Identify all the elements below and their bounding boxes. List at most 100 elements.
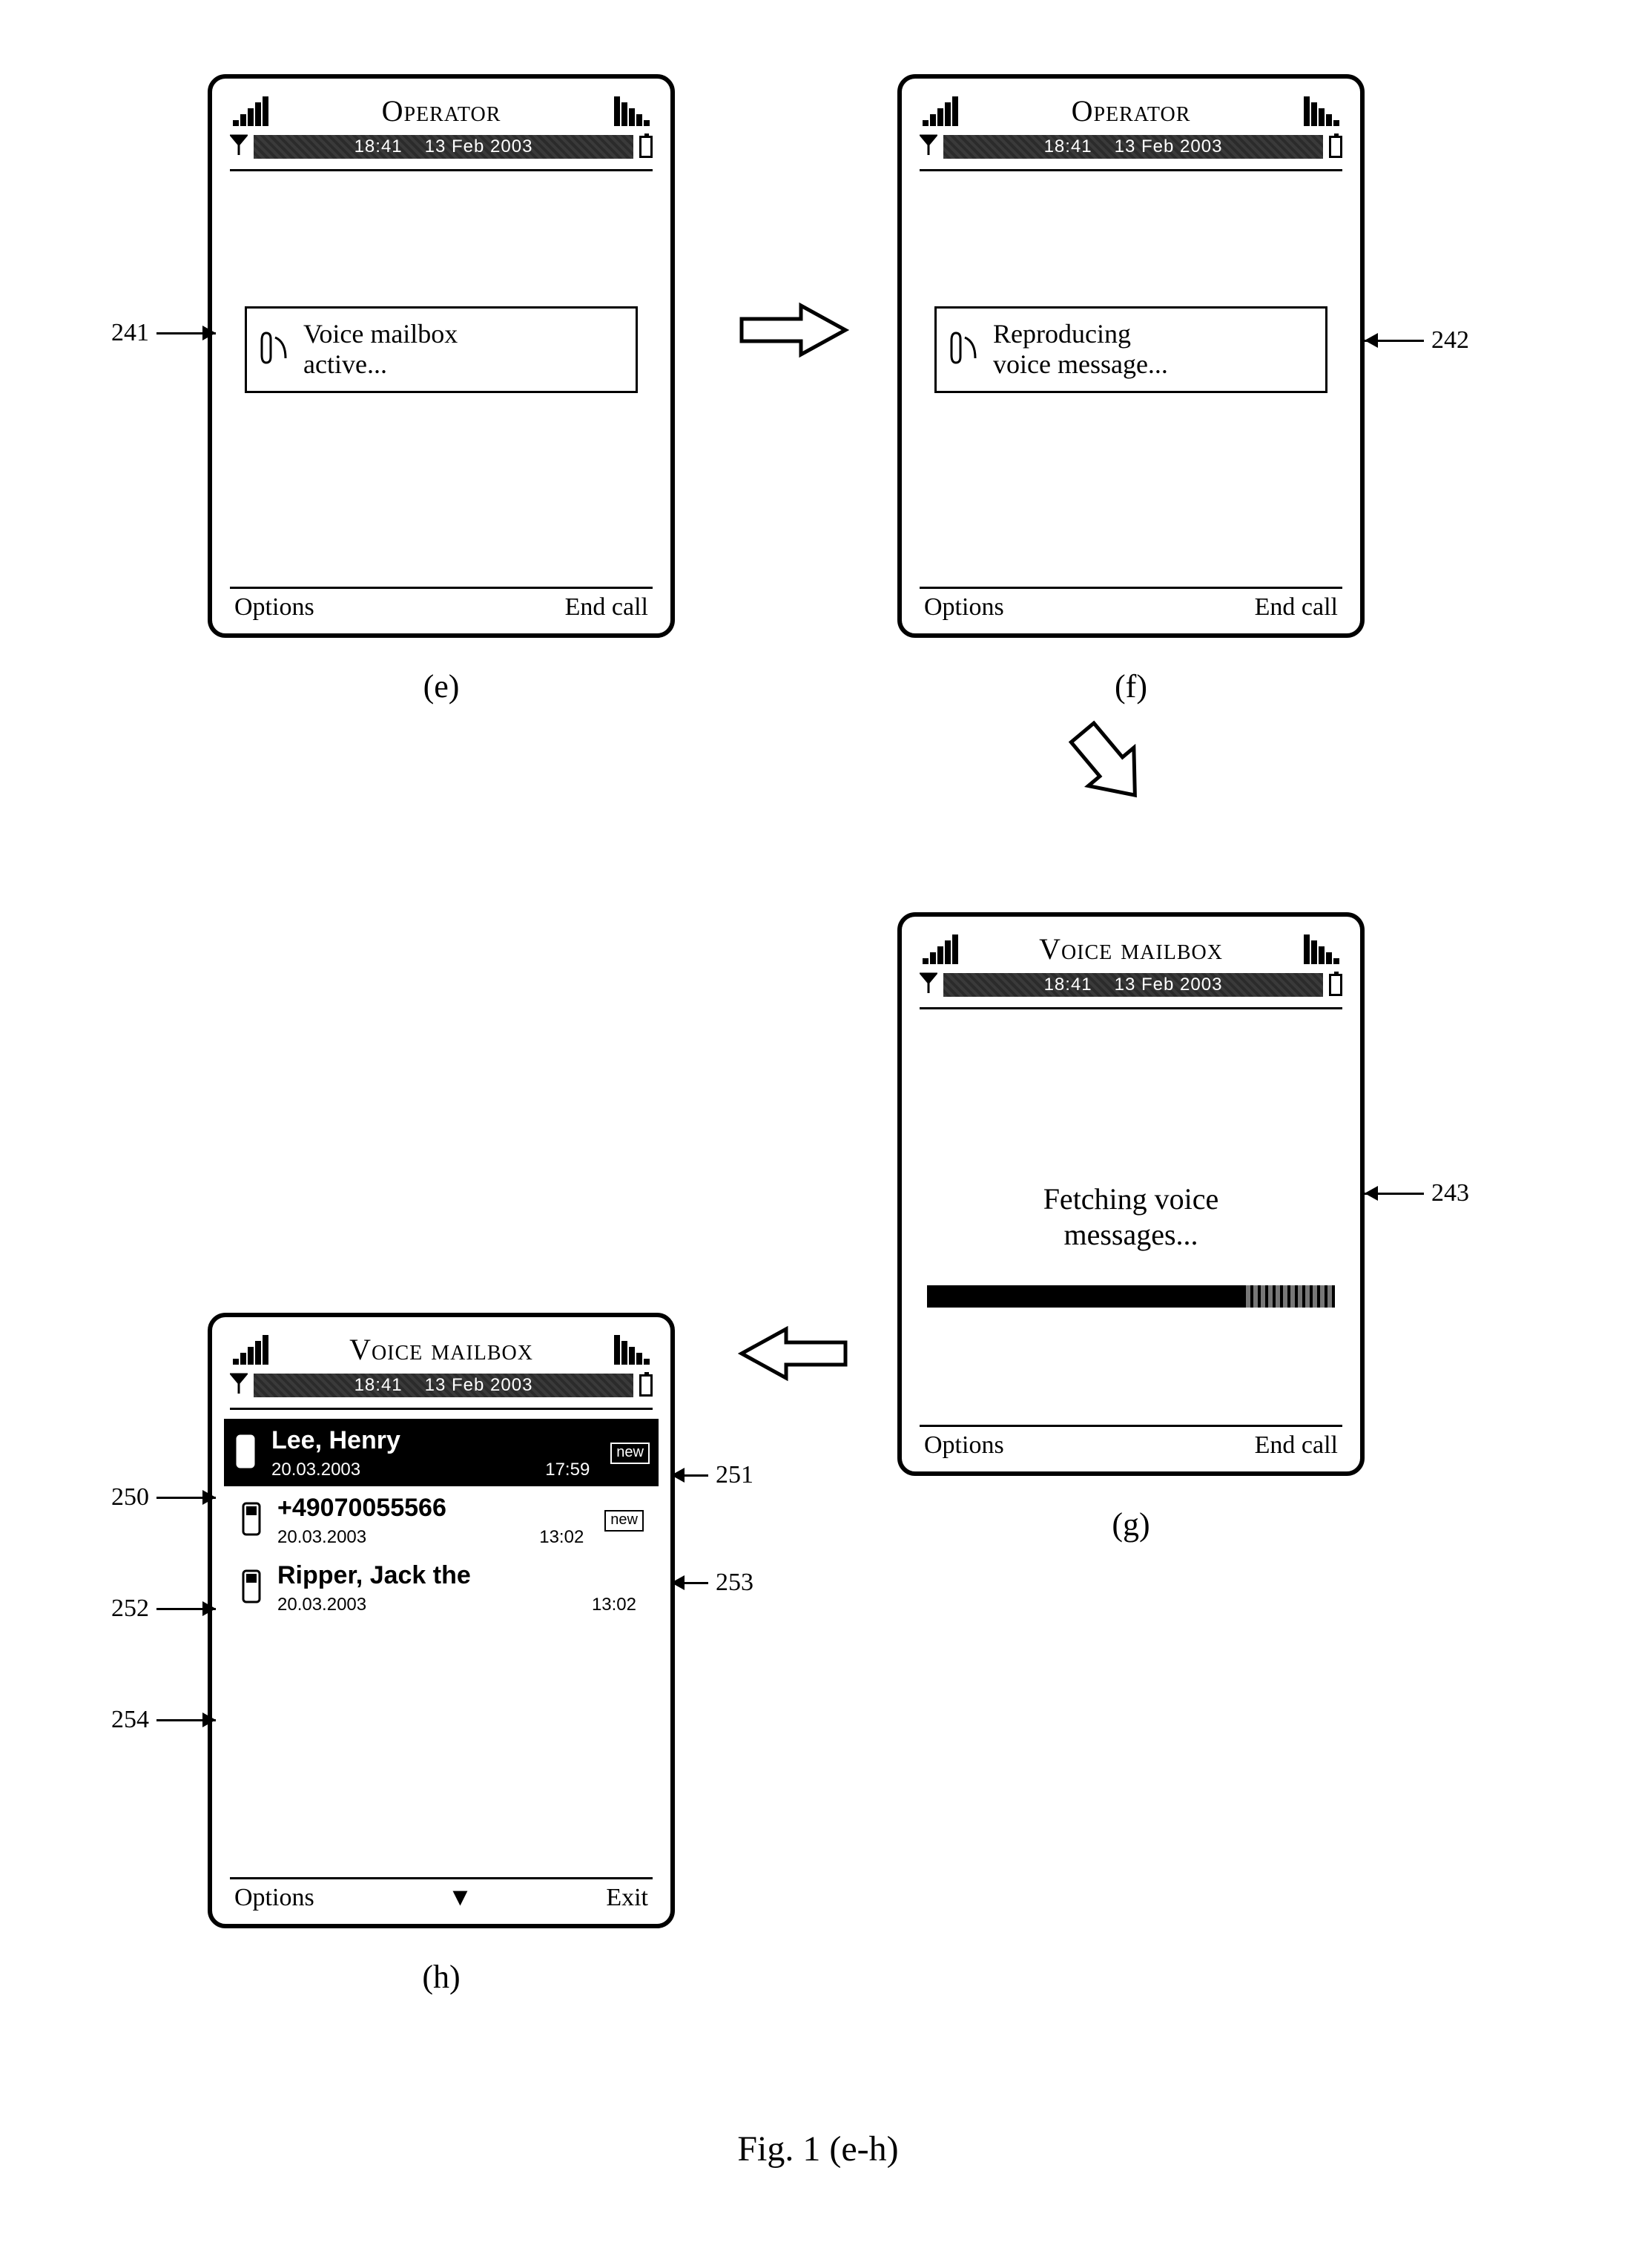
antenna-icon	[230, 134, 248, 159]
screen-f: Operator 18:41 13 Feb 2003 Reproducing v…	[897, 74, 1365, 638]
page-title: Voice mailbox	[268, 1332, 614, 1367]
new-badge: new	[610, 1443, 650, 1464]
list-item[interactable]: Ripper, Jack the 20.03.2003 13:02	[230, 1554, 653, 1621]
status-bar: 18:41 13 Feb 2003	[230, 134, 653, 166]
list-item-time: 17:59	[545, 1460, 590, 1480]
status-time: 18:41	[354, 1375, 403, 1396]
panel-label-h: (h)	[208, 1958, 675, 1996]
right-softkey[interactable]: End call	[565, 593, 648, 622]
content: Fetching voice messages...	[920, 1018, 1342, 1425]
list-item-time: 13:02	[539, 1527, 584, 1548]
status-time: 18:41	[354, 136, 403, 157]
callout-252: 252	[111, 1595, 216, 1623]
callout-243: 243	[1365, 1179, 1469, 1207]
signal-left-icon	[233, 96, 268, 126]
header: Operator	[920, 93, 1342, 134]
signal-right-icon	[614, 96, 650, 126]
status-date: 13 Feb 2003	[1115, 975, 1223, 995]
callout-241: 241	[111, 319, 216, 347]
status-message: Voice mailbox active...	[245, 306, 638, 393]
signal-right-icon	[614, 1335, 650, 1365]
list-item-time: 13:02	[592, 1595, 636, 1615]
status-time: 18:41	[1044, 136, 1092, 157]
header: Voice mailbox	[920, 932, 1342, 972]
message-text: Voice mailbox active...	[303, 319, 458, 380]
battery-icon	[1329, 974, 1342, 996]
right-softkey[interactable]: End call	[1255, 593, 1338, 622]
softkey-bar: Options End call	[920, 1425, 1342, 1460]
panel-label-g: (g)	[897, 1506, 1365, 1543]
status-bar: 18:41 13 Feb 2003	[920, 972, 1342, 1004]
status-message: Reproducing voice message...	[934, 306, 1327, 393]
left-softkey[interactable]: Options	[234, 1884, 314, 1912]
screen-e: Operator 18:41 13 Feb 2003 Voice mailbox…	[208, 74, 675, 638]
callout-253: 253	[671, 1569, 753, 1597]
progress-bar	[927, 1285, 1335, 1308]
signal-right-icon	[1304, 96, 1339, 126]
left-softkey[interactable]: Options	[234, 593, 314, 622]
list-item-name: +49070055566	[277, 1494, 591, 1523]
list-item[interactable]: Lee, Henry 20.03.2003 17:59 new	[224, 1419, 659, 1486]
divider	[230, 169, 653, 171]
signal-left-icon	[923, 96, 958, 126]
status-bar: 18:41 13 Feb 2003	[920, 134, 1342, 166]
new-badge: new	[604, 1510, 644, 1532]
right-softkey[interactable]: Exit	[606, 1884, 648, 1912]
mobile-phone-icon	[239, 1568, 264, 1609]
divider	[920, 1007, 1342, 1009]
signal-right-icon	[1304, 934, 1339, 964]
page-title: Operator	[958, 93, 1304, 128]
left-softkey[interactable]: Options	[924, 1431, 1004, 1460]
page-title: Voice mailbox	[958, 932, 1304, 966]
divider	[920, 169, 1342, 171]
battery-icon	[639, 1374, 653, 1397]
right-softkey[interactable]: End call	[1255, 1431, 1338, 1460]
softkey-bar: Options End call	[920, 587, 1342, 622]
status-date: 13 Feb 2003	[1115, 136, 1223, 157]
screen-g: Voice mailbox 18:41 13 Feb 2003 Fetching…	[897, 912, 1365, 1476]
list-item-date: 20.03.2003	[277, 1595, 366, 1615]
signal-left-icon	[923, 934, 958, 964]
left-softkey[interactable]: Options	[924, 593, 1004, 622]
header: Voice mailbox	[230, 1332, 653, 1373]
content: Reproducing voice message...	[920, 180, 1342, 587]
list-item[interactable]: +49070055566 20.03.2003 13:02 new	[230, 1486, 653, 1554]
message-text: Reproducing voice message...	[993, 319, 1168, 380]
callout-242: 242	[1365, 326, 1469, 355]
flow-arrow-icon	[734, 1320, 853, 1391]
list-item-date: 20.03.2003	[277, 1527, 366, 1548]
status-date: 13 Feb 2003	[425, 136, 533, 157]
callout-250: 250	[111, 1483, 216, 1512]
figure-caption: Fig. 1 (e-h)	[0, 2129, 1636, 2169]
battery-icon	[1329, 136, 1342, 158]
antenna-icon	[920, 134, 937, 159]
list-item-date: 20.03.2003	[271, 1460, 360, 1480]
status-strip: 18:41 13 Feb 2003	[943, 973, 1323, 997]
panel-label-e: (e)	[208, 667, 675, 705]
callout-254: 254	[111, 1706, 216, 1734]
antenna-icon	[230, 1373, 248, 1397]
screen-h: Voice mailbox 18:41 13 Feb 2003 Lee, Hen…	[208, 1313, 675, 1928]
signal-left-icon	[233, 1335, 268, 1365]
battery-icon	[639, 136, 653, 158]
antenna-icon	[920, 972, 937, 997]
status-time: 18:41	[1044, 975, 1092, 995]
phone-handset-icon	[950, 330, 980, 369]
mobile-phone-icon	[233, 1433, 258, 1474]
loading-text: Fetching voice messages...	[920, 1181, 1342, 1253]
phone-handset-icon	[260, 330, 290, 369]
status-bar: 18:41 13 Feb 2003	[230, 1373, 653, 1405]
scroll-down-icon[interactable]: ▼	[448, 1884, 473, 1912]
softkey-bar: Options End call	[230, 587, 653, 622]
list-item-name: Ripper, Jack the	[277, 1561, 644, 1590]
status-strip: 18:41 13 Feb 2003	[943, 135, 1323, 159]
flow-arrow-icon	[734, 297, 853, 367]
header: Operator	[230, 93, 653, 134]
status-date: 13 Feb 2003	[425, 1375, 533, 1396]
flow-arrow-icon	[1061, 697, 1157, 834]
divider	[230, 1408, 653, 1410]
status-strip: 18:41 13 Feb 2003	[254, 1374, 633, 1397]
mobile-phone-icon	[239, 1500, 264, 1541]
content: Voice mailbox active...	[230, 180, 653, 587]
callout-251: 251	[671, 1461, 753, 1489]
